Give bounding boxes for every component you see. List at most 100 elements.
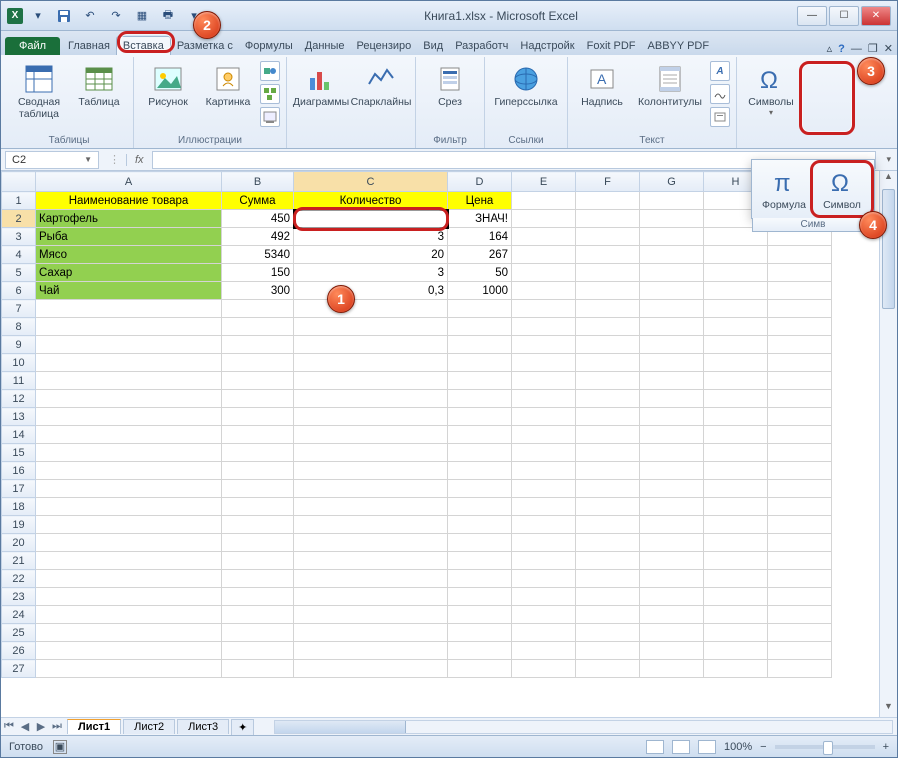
col-A[interactable]: A: [36, 172, 222, 192]
cell-A1[interactable]: Наименование товара: [36, 192, 222, 210]
tab-home[interactable]: Главная: [62, 37, 116, 55]
row-3[interactable]: 3: [2, 228, 36, 246]
picture-button[interactable]: Рисунок: [140, 61, 196, 111]
symbols-button[interactable]: Ω Символы ▾: [743, 61, 799, 119]
doc-close-icon[interactable]: ✕: [884, 42, 893, 55]
popup-equation-button[interactable]: π Формула: [756, 164, 812, 214]
sheet-tab-3[interactable]: Лист3: [177, 719, 229, 734]
pivot-table-button[interactable]: Сводная таблица: [11, 61, 67, 122]
cell-B5[interactable]: 150: [222, 264, 294, 282]
view-layout-button[interactable]: [672, 740, 690, 754]
select-all-corner[interactable]: [2, 172, 36, 192]
shapes-icon[interactable]: [260, 61, 280, 81]
tab-formulas[interactable]: Формулы: [239, 37, 299, 55]
qat-more[interactable]: ▾: [183, 5, 205, 27]
cell-A6[interactable]: Чай: [36, 282, 222, 300]
tab-insert[interactable]: Вставка: [116, 36, 171, 55]
cell-D3[interactable]: 164: [448, 228, 512, 246]
col-G[interactable]: G: [640, 172, 704, 192]
col-C[interactable]: C: [294, 172, 448, 192]
close-button[interactable]: ✕: [861, 6, 891, 26]
cell-D5[interactable]: 50: [448, 264, 512, 282]
charts-button[interactable]: Диаграммы: [293, 61, 349, 111]
row-2[interactable]: 2: [2, 210, 36, 228]
cell-B2[interactable]: 450: [222, 210, 294, 228]
cell-B6[interactable]: 300: [222, 282, 294, 300]
minimize-button[interactable]: —: [797, 6, 827, 26]
tab-addins[interactable]: Надстройк: [514, 37, 580, 55]
row-6[interactable]: 6: [2, 282, 36, 300]
cell-D1[interactable]: Цена: [448, 192, 512, 210]
sheet-tab-2[interactable]: Лист2: [123, 719, 175, 734]
cell-A4[interactable]: Мясо: [36, 246, 222, 264]
maximize-button[interactable]: ☐: [829, 6, 859, 26]
fx-label[interactable]: fx: [126, 154, 152, 166]
sheet-nav-next[interactable]: ▶: [33, 719, 49, 735]
object-icon[interactable]: [710, 107, 730, 127]
cell-B1[interactable]: Сумма: [222, 192, 294, 210]
scroll-down-icon[interactable]: ▼: [880, 701, 897, 717]
undo-icon[interactable]: ↶: [79, 5, 101, 27]
scroll-thumb[interactable]: [882, 189, 895, 309]
sheet-nav-prev[interactable]: ◀: [17, 719, 33, 735]
save-icon[interactable]: [53, 5, 75, 27]
tab-data[interactable]: Данные: [299, 37, 351, 55]
qat-print-icon[interactable]: 🖶: [157, 5, 179, 27]
cell-D2[interactable]: ЗНАЧ!: [448, 210, 512, 228]
tab-developer[interactable]: Разработч: [449, 37, 514, 55]
col-E[interactable]: E: [512, 172, 576, 192]
sheet-nav-first[interactable]: ⏮: [1, 719, 17, 735]
sheet-tab-1[interactable]: Лист1: [67, 719, 121, 734]
col-B[interactable]: B: [222, 172, 294, 192]
namebox-handle-icon[interactable]: ⋮: [103, 153, 126, 166]
zoom-in-icon[interactable]: +: [883, 741, 889, 753]
sigline-icon[interactable]: [710, 84, 730, 104]
sheet-tab-new[interactable]: ✦: [231, 719, 254, 735]
view-normal-button[interactable]: [646, 740, 664, 754]
qat-extra-icon[interactable]: ▦: [131, 5, 153, 27]
doc-minimize-icon[interactable]: —: [851, 43, 862, 55]
cell-C1[interactable]: Количество: [294, 192, 448, 210]
col-D[interactable]: D: [448, 172, 512, 192]
view-pagebreak-button[interactable]: [698, 740, 716, 754]
qat-dropdown[interactable]: ▾: [27, 5, 49, 27]
popup-symbol-button[interactable]: Ω Символ: [814, 164, 870, 214]
headerfooter-button[interactable]: Колонтитулы: [634, 61, 706, 111]
textbox-button[interactable]: A Надпись: [574, 61, 630, 111]
tab-foxit[interactable]: Foxit PDF: [581, 37, 642, 55]
scroll-up-icon[interactable]: ▲: [880, 171, 897, 187]
screenshot-icon[interactable]: [260, 107, 280, 127]
table-button[interactable]: Таблица: [71, 61, 127, 111]
ribbon-minimize-icon[interactable]: ▵: [827, 42, 833, 55]
vertical-scrollbar[interactable]: ▲ ▼: [879, 171, 897, 717]
cell-D4[interactable]: 267: [448, 246, 512, 264]
sheet-nav-last[interactable]: ⏭: [49, 719, 65, 735]
cell-B3[interactable]: 492: [222, 228, 294, 246]
wordart-icon[interactable]: A: [710, 61, 730, 81]
hyperlink-button[interactable]: Гиперссылка: [491, 61, 561, 111]
tab-pagelayout[interactable]: Разметка с: [171, 37, 239, 55]
zoom-slider[interactable]: [775, 745, 875, 749]
col-F[interactable]: F: [576, 172, 640, 192]
macro-record-icon[interactable]: ▣: [53, 740, 67, 754]
cell-C6[interactable]: 0,3: [294, 282, 448, 300]
cell-A3[interactable]: Рыба: [36, 228, 222, 246]
cell-C3[interactable]: 3: [294, 228, 448, 246]
slicer-button[interactable]: Срез: [422, 61, 478, 111]
redo-icon[interactable]: ↷: [105, 5, 127, 27]
tab-abbyy[interactable]: ABBYY PDF: [642, 37, 716, 55]
cell-D6[interactable]: 1000: [448, 282, 512, 300]
row-4[interactable]: 4: [2, 246, 36, 264]
zoom-level[interactable]: 100%: [724, 741, 752, 753]
grid[interactable]: A B C D E F G H 1 Наименование товара Су…: [1, 171, 879, 717]
tab-review[interactable]: Рецензиро: [351, 37, 418, 55]
cell-A5[interactable]: Сахар: [36, 264, 222, 282]
help-icon[interactable]: ?: [838, 43, 845, 55]
clipart-button[interactable]: Картинка: [200, 61, 256, 111]
horizontal-scrollbar[interactable]: [274, 720, 893, 734]
cell-A2[interactable]: Картофель: [36, 210, 222, 228]
row-5[interactable]: 5: [2, 264, 36, 282]
cell-C4[interactable]: 20: [294, 246, 448, 264]
name-box-dropdown-icon[interactable]: ▼: [84, 155, 92, 164]
sparklines-button[interactable]: Спарклайны: [353, 61, 409, 111]
